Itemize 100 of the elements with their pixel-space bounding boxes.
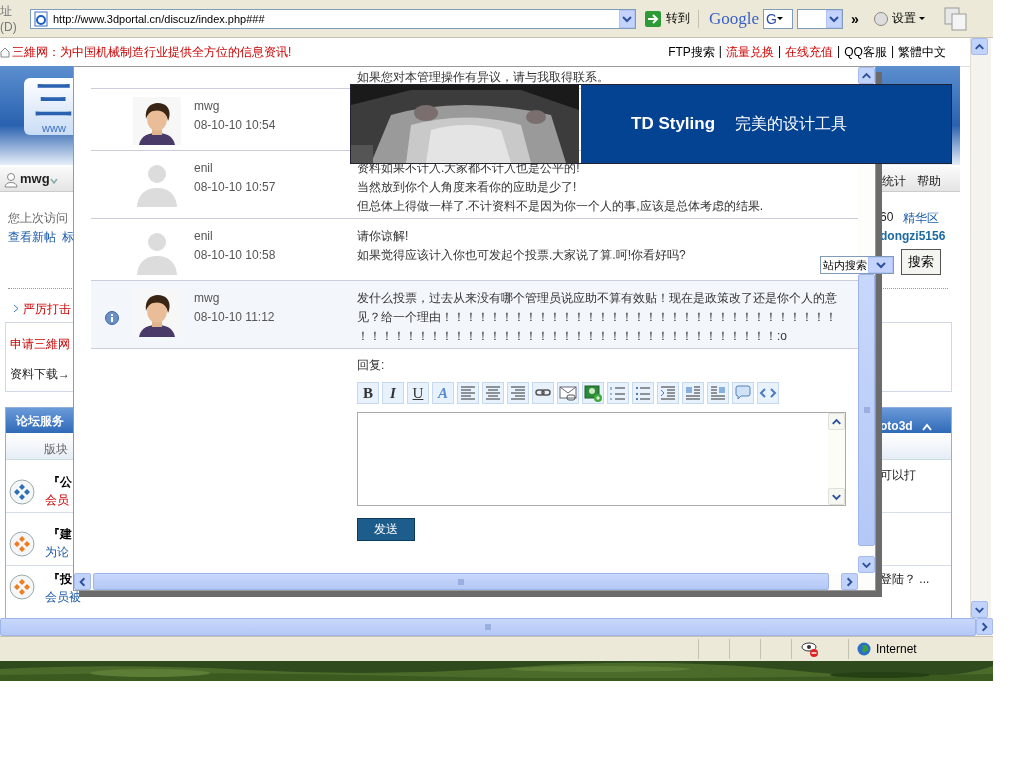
forum-title[interactable]: 『建	[48, 526, 72, 543]
caret-icon	[918, 17, 925, 20]
forum-icon	[9, 574, 35, 600]
forum-icon	[9, 531, 35, 557]
address-label: 址(D)	[0, 3, 18, 34]
send-button[interactable]: 发送	[357, 518, 415, 541]
post-time: 08-10-10 10:54	[194, 117, 276, 134]
top-link[interactable]: 在线充值	[785, 43, 834, 61]
post-text: 但总体上得做一样了.不计资料不是因为你一个人的事,应该是总体考虑的结果.	[357, 198, 763, 215]
username: mwg	[20, 171, 50, 186]
post-text: 如果觉得应该计入你也可发起个投票.大家说了算.呵!你看好吗?	[357, 247, 686, 264]
message-text: 如果您对本管理操作有异议，请与我取得联系。	[356, 69, 610, 86]
username-link[interactable]: dongzi5156	[880, 229, 946, 243]
toolbar-button[interactable]	[482, 382, 504, 404]
toolbar-button[interactable]	[657, 382, 679, 404]
scroll-left-button[interactable]	[74, 573, 91, 590]
toolbar-button[interactable]	[582, 382, 604, 404]
scroll-down-button[interactable]	[828, 488, 845, 505]
post-time: 08-10-10 11:12	[194, 309, 275, 326]
underline-button[interactable]: U	[407, 382, 429, 404]
image-right-icon	[708, 383, 728, 403]
align-center-icon	[483, 383, 503, 403]
link[interactable]: 精华区	[903, 210, 939, 227]
notice-text: 申请三維网	[10, 336, 70, 353]
scroll-right-button[interactable]	[976, 618, 993, 635]
toolbar-button[interactable]	[607, 382, 629, 404]
link[interactable]: 标	[62, 229, 74, 246]
ad-title: TD Styling	[631, 114, 716, 134]
panel-title: 论坛服务	[16, 413, 64, 430]
italic-button[interactable]: I	[382, 382, 404, 404]
settings-button[interactable]: 设置	[872, 10, 925, 27]
ad-slogan: 完美的设计工具	[735, 113, 848, 134]
engine-select[interactable]: G	[763, 8, 794, 29]
top-link[interactable]: 繁體中文	[898, 43, 946, 61]
post-time: 08-10-10 10:58	[194, 247, 276, 264]
toolbar-button[interactable]	[632, 382, 654, 404]
collapse-icon	[922, 423, 932, 431]
author-name[interactable]: enil	[194, 159, 213, 178]
author-name[interactable]: mwg	[194, 97, 220, 116]
post-time: 08-10-10 10:57	[194, 179, 276, 196]
home-icon	[0, 46, 10, 58]
site-slogan: 三維网：为中国机械制造行业提供全方位的信息资讯!	[12, 43, 292, 61]
blocked-eye-icon	[800, 640, 820, 658]
address-field[interactable]: http://www.3dportal.cn/discuz/index.php###	[30, 8, 636, 29]
post-text: 发什么投票，过去从来没有哪个管理员说应助不算有效贴！现在是政策改了还是你个人的意见？给一个理由！！！！！！！！！！！！！！！！！！！！！！！！！！！！！！！！！！！！！！！！！！！！！！！！！！！！！！！！！！！！！！！！！！！！:o	[357, 290, 838, 345]
separator: |	[718, 43, 722, 60]
forum-icon	[9, 479, 35, 505]
label-text: 统计	[882, 173, 906, 190]
security-zone: Internet	[848, 639, 993, 659]
author-name[interactable]: mwg	[194, 289, 220, 308]
search-brand-logo: Google	[709, 8, 760, 29]
image-left-icon	[683, 383, 703, 403]
toolbar-button[interactable]	[457, 382, 479, 404]
label-text: 资料下载→	[10, 366, 70, 383]
notice-link[interactable]: 严厉打击	[23, 301, 71, 318]
scroll-thumb[interactable]	[93, 573, 829, 590]
author-name[interactable]: enil	[194, 227, 213, 246]
indent-icon	[658, 383, 678, 403]
scroll-down-button[interactable]	[971, 601, 988, 618]
scroll-up-button[interactable]	[828, 413, 845, 430]
envelope-icon	[558, 383, 578, 403]
forum-title[interactable]: 『公	[48, 474, 72, 491]
toolbar-button[interactable]	[682, 382, 704, 404]
toolbar-button[interactable]	[557, 382, 579, 404]
ad-banner[interactable]: TD Styling 完美的设计工具	[350, 84, 952, 164]
search-button[interactable]: 搜索	[901, 249, 941, 275]
link[interactable]: 为论	[45, 544, 69, 561]
scroll-down-button[interactable]	[858, 556, 875, 573]
bold-button[interactable]: B	[357, 382, 379, 404]
top-link[interactable]: 流量兑换	[725, 43, 774, 61]
link[interactable]: 会员被	[45, 589, 81, 606]
info-icon	[105, 310, 119, 325]
message-field[interactable]	[357, 412, 846, 506]
user-icon	[4, 172, 18, 188]
scroll-up-button[interactable]	[971, 38, 988, 55]
scroll-thumb[interactable]	[858, 274, 875, 546]
post-text: 请你谅解!	[357, 228, 409, 245]
caret-icon	[50, 177, 58, 185]
top-link[interactable]: FTP搜索	[668, 43, 715, 61]
search-field[interactable]	[797, 8, 844, 29]
forum-title[interactable]: 『投	[48, 571, 72, 588]
separator: |	[777, 43, 782, 60]
scope-select[interactable]: 站内搜索	[820, 256, 894, 274]
toolbar-button[interactable]	[707, 382, 729, 404]
scroll-up-button[interactable]	[858, 67, 875, 84]
more-button[interactable]: »	[851, 10, 859, 27]
label-text: 您上次访问	[8, 210, 68, 227]
caret-icon	[776, 17, 783, 20]
go-button[interactable]: 转到	[640, 9, 699, 28]
separator: |	[837, 43, 841, 60]
scroll-right-button[interactable]	[841, 573, 858, 590]
top-link[interactable]: QQ客服	[844, 43, 887, 61]
toolbar-button[interactable]	[757, 382, 779, 404]
link[interactable]: 查看新帖	[8, 229, 56, 246]
radio-icon	[872, 10, 889, 27]
separator: |	[890, 43, 894, 60]
toolbar-button[interactable]	[507, 382, 529, 404]
scroll-thumb[interactable]	[0, 618, 976, 636]
panel-title: oto3d	[880, 419, 913, 433]
toolbar-button[interactable]	[532, 382, 554, 404]
